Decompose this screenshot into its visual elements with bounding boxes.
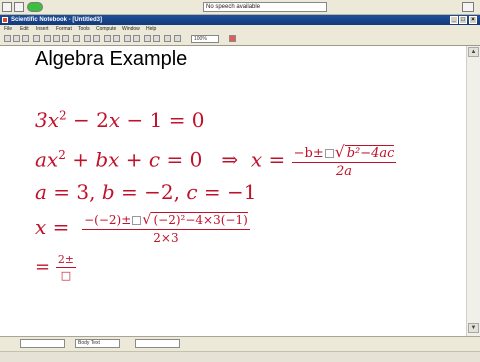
quadratic-numerator-prefix: −b± — [293, 146, 324, 161]
copy-icon[interactable] — [53, 35, 60, 42]
save-icon[interactable] — [22, 35, 29, 42]
quadratic-radicand: b²−4ac — [344, 145, 395, 161]
window-title: Scientific Notebook - [Untitled3] — [11, 17, 103, 23]
equation-3: a = 3, b = −2, c = −1 — [35, 180, 257, 204]
partial-result-numerator: 2± — [57, 253, 75, 266]
menu-edit[interactable]: Edit — [20, 25, 29, 33]
toolbar-button-g[interactable] — [144, 35, 151, 42]
implies-arrow: ⇒ — [221, 147, 239, 172]
menu-tools[interactable]: Tools — [78, 25, 90, 33]
equation-2: ax2 + bx + c = 0 ⇒ x = −b± √ b²−4ac 2a — [35, 143, 397, 179]
page-title: Algebra Example — [35, 48, 188, 70]
vertical-scrollbar[interactable]: ▲ ▼ — [466, 46, 480, 336]
toolbar-button-i[interactable] — [164, 35, 171, 42]
speech-toolbar: No speech available — [0, 0, 480, 15]
zoom-select[interactable]: 100% — [191, 35, 219, 43]
substituted-formula: −(−2)± √ (−2)²−4×3(−1) 2×3 — [82, 212, 250, 245]
document-area[interactable]: Algebra Example 3x2 − 2x − 1 = 0 ax2 + b… — [0, 46, 466, 336]
menu-format[interactable]: Format — [56, 25, 72, 33]
undo-icon[interactable] — [73, 35, 80, 42]
toolbar-button-h[interactable] — [153, 35, 160, 42]
x-variable: x — [250, 147, 263, 172]
standard-toolbar: 100% — [0, 33, 480, 46]
equation-5: = 2± □ — [35, 253, 77, 282]
toolbar-button-e[interactable] — [124, 35, 131, 42]
close-button[interactable]: × — [469, 16, 477, 24]
menu-compute[interactable]: Compute — [96, 25, 116, 33]
equation-4: x = −(−2)± √ (−2)²−4×3(−1) 2×3 — [35, 212, 250, 245]
menu-bar: File Edit Insert Format Tools Compute Wi… — [0, 25, 480, 33]
menu-window[interactable]: Window — [122, 25, 140, 33]
substituted-numerator-prefix: −(−2)± — [84, 213, 132, 227]
body-text-style-select[interactable]: Body Text — [75, 339, 120, 348]
quadratic-denominator: 2a — [291, 162, 397, 179]
tag-select-right[interactable] — [135, 339, 180, 348]
print-icon[interactable] — [33, 35, 40, 42]
math-text-icon[interactable] — [229, 35, 236, 42]
partial-result-denominator: □ — [55, 267, 77, 282]
scroll-up-icon[interactable]: ▲ — [468, 47, 479, 57]
scroll-down-icon[interactable]: ▼ — [468, 323, 479, 333]
menu-help[interactable]: Help — [146, 25, 156, 33]
open-icon[interactable] — [13, 35, 20, 42]
quadratic-formula: −b± √ b²−4ac 2a — [291, 143, 397, 179]
speech-status-field: No speech available — [203, 2, 327, 12]
toolbar-button-b[interactable] — [93, 35, 100, 42]
toolbar-button-a[interactable] — [84, 35, 91, 42]
cut-icon[interactable] — [44, 35, 51, 42]
taskbar — [0, 351, 480, 362]
equation-1: 3x2 − 2x − 1 = 0 — [35, 108, 205, 132]
new-icon[interactable] — [4, 35, 11, 42]
window-titlebar: Scientific Notebook - [Untitled3] _ □ × — [0, 15, 480, 25]
app-icon — [2, 17, 8, 23]
toolbar-button-d[interactable] — [113, 35, 120, 42]
toolbar-button-c[interactable] — [104, 35, 111, 42]
paste-icon[interactable] — [62, 35, 69, 42]
tag-select-left[interactable] — [20, 339, 65, 348]
minimize-button[interactable]: _ — [450, 16, 458, 24]
back-icon[interactable] — [2, 2, 12, 12]
mic-icon[interactable] — [14, 2, 24, 12]
status-bar: Body Text — [0, 336, 480, 362]
toolbar-button-f[interactable] — [133, 35, 140, 42]
substituted-radicand: (−2)²−4×3(−1) — [151, 212, 248, 227]
toolbar-button-j[interactable] — [174, 35, 181, 42]
speech-toggle-button[interactable] — [27, 2, 43, 12]
menu-insert[interactable]: Insert — [36, 25, 49, 33]
close-icon[interactable] — [462, 2, 474, 12]
maximize-button[interactable]: □ — [459, 16, 467, 24]
substituted-denominator: 2×3 — [82, 229, 250, 245]
equals-sign: = — [268, 147, 286, 172]
partial-result[interactable]: 2± □ — [55, 253, 77, 282]
menu-file[interactable]: File — [4, 25, 12, 33]
